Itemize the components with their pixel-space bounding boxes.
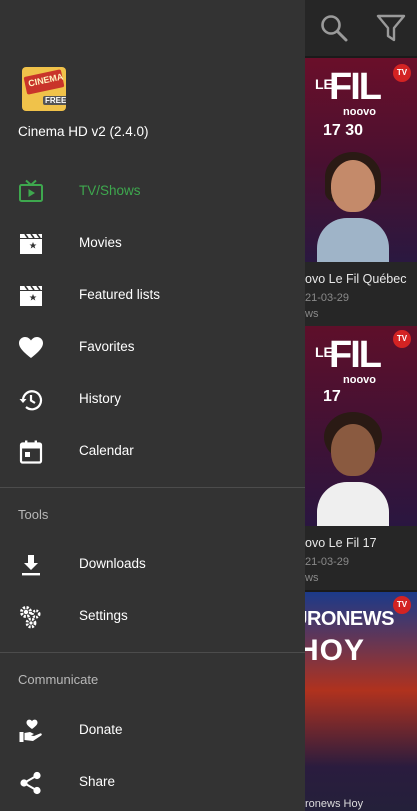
brand-euronews-text: URONEWS — [293, 608, 394, 630]
nav-label: Movies — [79, 235, 122, 250]
show-thumbnail[interactable]: TV LE FIL noovo 17 — [289, 326, 417, 526]
nav-label: Donate — [79, 722, 123, 737]
nav-label: Settings — [79, 608, 128, 623]
calendar-icon — [19, 440, 43, 464]
section-header-communicate: Communicate — [18, 672, 99, 687]
nav-item-tv-shows[interactable]: TV/Shows — [0, 166, 305, 218]
nav-label: History — [79, 391, 122, 406]
tv-badge: TV — [393, 596, 411, 614]
featured-clapper-icon — [20, 285, 42, 306]
nav-item-movies[interactable]: Movies — [0, 218, 305, 270]
tv-badge: TV — [393, 64, 411, 82]
show-title: ovo Le Fil 17 — [305, 536, 377, 550]
nav-item-history[interactable]: History — [0, 374, 305, 426]
nav-item-calendar[interactable]: Calendar — [0, 426, 305, 478]
divider — [0, 652, 305, 653]
nav-label: Calendar — [79, 443, 134, 458]
host-photo — [317, 410, 389, 526]
navigation-drawer: CINEMA FREE Cinema HD v2 (2.4.0) TV/Show… — [0, 0, 305, 811]
nav-label: Share — [79, 774, 116, 789]
share-icon — [20, 771, 41, 795]
nav-item-downloads[interactable]: Downloads — [0, 539, 305, 591]
show-info: ovo Le Fil Québec 21-03-29 ws — [305, 262, 417, 326]
tv-icon — [19, 179, 43, 202]
app-title: Cinema HD v2 (2.4.0) — [18, 124, 149, 139]
brand-noovo-text: noovo — [343, 106, 376, 118]
show-thumbnail[interactable]: TV URONEWS HOY ronews Hoy — [289, 592, 417, 811]
nav-item-favorites[interactable]: Favorites — [0, 322, 305, 374]
settings-gears-icon — [20, 606, 41, 629]
tv-badge: TV — [393, 330, 411, 348]
heart-icon — [19, 337, 43, 358]
divider — [0, 487, 305, 488]
donate-hand-heart-icon — [19, 719, 42, 742]
show-title: ronews Hoy — [305, 798, 364, 810]
brand-hoy-text: HOY — [297, 634, 366, 667]
nav-label: Featured lists — [79, 287, 161, 302]
show-title: ovo Le Fil Québec — [305, 272, 407, 286]
filter-icon[interactable] — [375, 12, 407, 44]
brand-fil-text: FIL — [329, 334, 382, 376]
nav-item-settings[interactable]: Settings — [0, 591, 305, 643]
show-type: ws — [305, 308, 319, 320]
nav-item-share[interactable]: Share — [0, 757, 305, 809]
show-time-text: 17 — [323, 388, 341, 405]
section-header-tools: Tools — [18, 507, 49, 522]
nav-label: Favorites — [79, 339, 135, 354]
show-date: 21-03-29 — [305, 292, 350, 304]
show-type: ws — [305, 572, 319, 584]
logo-badge: FREE — [43, 96, 66, 105]
app-logo: CINEMA FREE — [22, 67, 66, 111]
download-icon — [22, 555, 40, 576]
brand-noovo-text: noovo — [343, 374, 376, 386]
app-screen: TV LE FIL noovo 17 30 ovo Le Fil Québec … — [0, 0, 417, 811]
show-time-text: 17 30 — [323, 122, 364, 139]
nav-label: Downloads — [79, 556, 146, 571]
nav-item-donate[interactable]: Donate — [0, 705, 305, 757]
show-date: 21-03-29 — [305, 556, 350, 568]
history-icon — [19, 390, 43, 411]
brand-fil-text: FIL — [329, 66, 382, 108]
show-info: ovo Le Fil 17 21-03-29 ws — [305, 526, 417, 590]
search-icon[interactable] — [318, 12, 350, 44]
nav-label: TV/Shows — [79, 183, 141, 198]
nav-item-featured-lists[interactable]: Featured lists — [0, 270, 305, 322]
show-thumbnail[interactable]: TV LE FIL noovo 17 30 — [289, 58, 417, 262]
movie-clapper-icon — [20, 233, 42, 254]
host-photo — [317, 146, 389, 262]
